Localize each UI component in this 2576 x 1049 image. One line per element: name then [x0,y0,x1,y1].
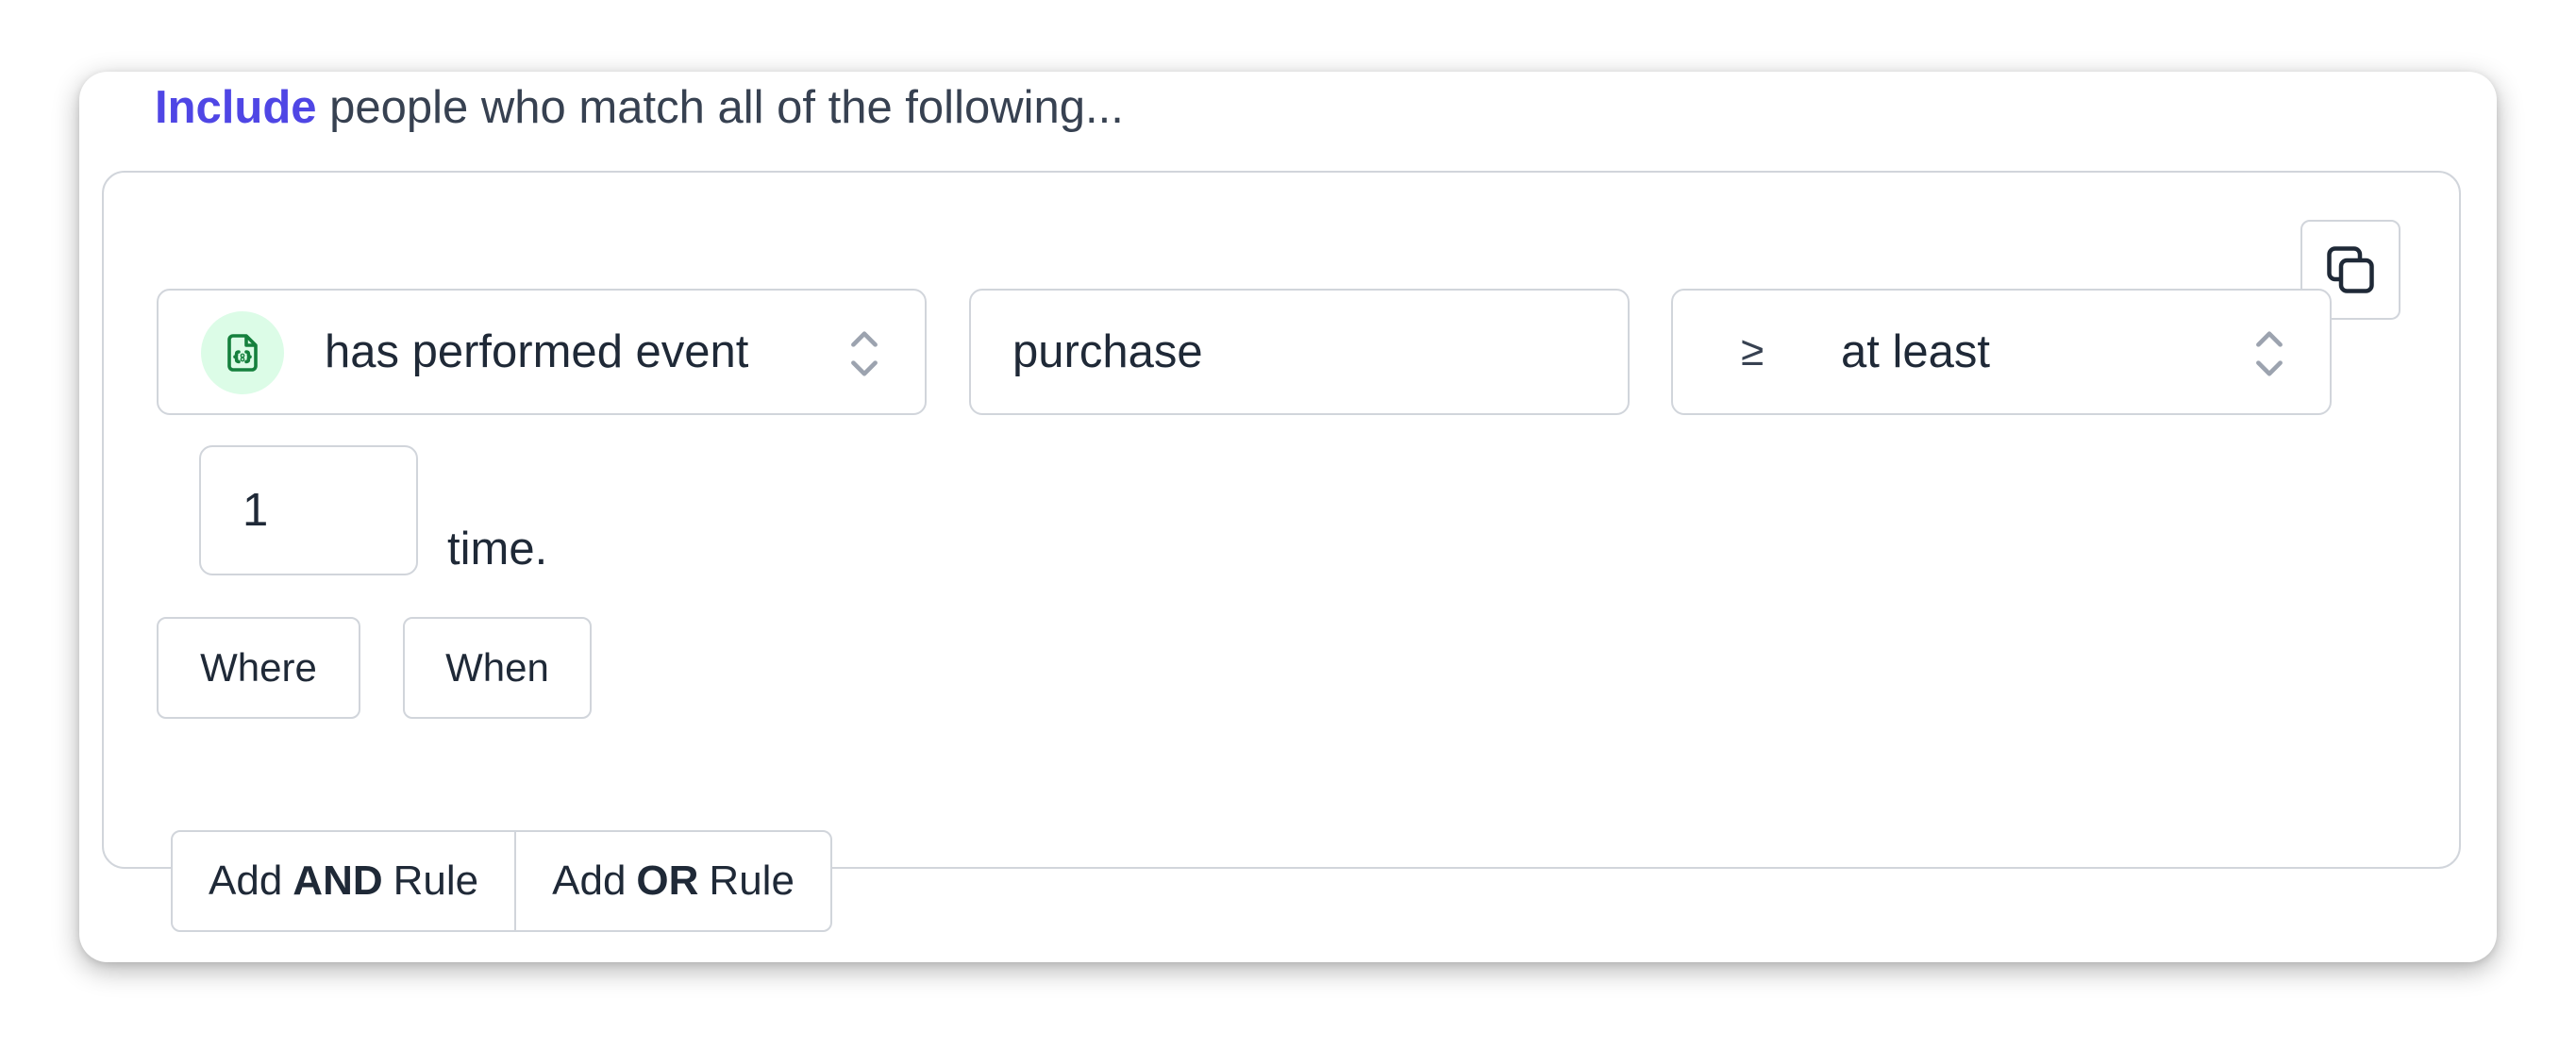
add-or-keyword: OR [636,858,699,904]
add-and-rule-button[interactable]: Add AND Rule [173,832,514,930]
add-rule-button-group: Add AND Rule Add OR Rule [171,830,832,932]
header-text: people who match all of the following... [329,82,1124,133]
add-or-suffix: Rule [709,858,795,904]
condition-label: has performed event [325,326,749,377]
group-header: Include people who match all of the foll… [155,79,1124,136]
copy-icon [2327,246,2374,293]
when-button[interactable]: When [403,617,592,719]
add-and-keyword: AND [293,858,383,904]
code-file-icon [201,311,284,394]
operator-label: at least [1841,326,1990,377]
add-or-rule-button[interactable]: Add OR Rule [514,832,830,930]
count-suffix: time. [447,524,548,574]
where-button[interactable]: Where [157,617,360,719]
count-input[interactable]: 1 [199,445,418,575]
operator-select[interactable]: ≥ at least [1671,289,2332,415]
add-and-prefix: Add [209,858,283,904]
rule-group [102,171,2461,869]
include-keyword[interactable]: Include [155,82,317,133]
chevron-up-down-icon [851,331,878,376]
condition-select[interactable]: has performed event [157,289,927,415]
segment-rule-card: Include people who match all of the foll… [79,72,2497,962]
operator-symbol: ≥ [1741,328,1765,375]
chevron-up-down-icon [2256,331,2283,376]
add-and-suffix: Rule [393,858,479,904]
event-name-value: purchase [1012,326,1203,377]
add-or-prefix: Add [552,858,627,904]
count-value: 1 [243,485,269,536]
event-name-input[interactable]: purchase [969,289,1630,415]
